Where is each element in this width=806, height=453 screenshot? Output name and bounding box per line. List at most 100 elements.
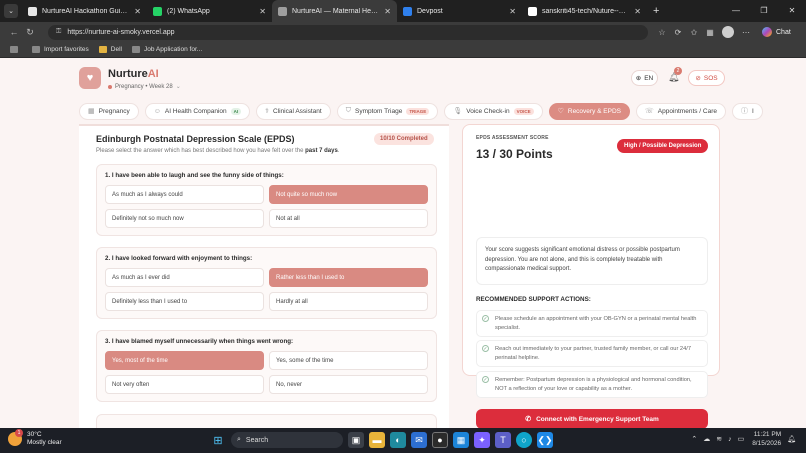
emergency-support-button[interactable]: ✆ Connect with Emergency Support Team	[476, 409, 708, 428]
tab-ai-health-companion[interactable]: ☺ AI Health Companion AI	[144, 102, 251, 120]
vscode-icon[interactable]: ❮❯	[537, 432, 553, 448]
dell-icon[interactable]: ●	[432, 432, 448, 448]
globe-icon: ⊕	[635, 75, 642, 82]
answer-option[interactable]: Not very often	[105, 375, 264, 394]
answer-option[interactable]: Definitely less than I used to	[105, 292, 264, 311]
check-circle-icon: ✓	[482, 345, 489, 352]
refresh-icon[interactable]: ↻	[22, 27, 38, 38]
file-explorer-icon[interactable]: ▬	[369, 432, 385, 448]
sos-button[interactable]: ⊘ SOS	[688, 70, 725, 86]
bookmark-job-application[interactable]: Job Application for...	[132, 46, 202, 53]
taskbar-search[interactable]: ⌕ Search	[231, 432, 343, 448]
mail-icon[interactable]: ✉	[411, 432, 427, 448]
wifi-icon[interactable]: ≋	[716, 435, 722, 443]
answer-option[interactable]: Yes, some of the time	[269, 351, 428, 370]
task-view-icon[interactable]: ▣	[348, 432, 364, 448]
question-card: 2. I have looked forward with enjoyment …	[96, 247, 437, 319]
answer-option[interactable]: Definitely not so much now	[105, 209, 264, 228]
copilot-chat-button[interactable]: Chat	[762, 27, 791, 37]
answer-option[interactable]: As much as I always could	[105, 185, 264, 204]
question-card: 1. I have been able to laugh and see the…	[96, 164, 437, 236]
cloud-icon[interactable]: ☁	[703, 435, 710, 443]
close-tab-icon[interactable]: ✕	[384, 7, 391, 16]
answer-option[interactable]: Not quite so much now	[269, 185, 428, 204]
copilot-taskbar-icon[interactable]: ✦	[474, 432, 490, 448]
close-tab-icon[interactable]: ✕	[509, 7, 516, 16]
tab-actions-icon[interactable]: ⌄	[4, 4, 18, 18]
heart-icon: ♡	[557, 108, 564, 115]
answer-option[interactable]: Yes, most of the time	[105, 351, 264, 370]
collections-icon[interactable]: ▦	[702, 28, 718, 37]
brand-name: NurtureAI	[108, 68, 159, 80]
windows-start-icon[interactable]: ⊞	[210, 432, 226, 448]
tab-recovery-epds[interactable]: ♡ Recovery & EPDS	[548, 102, 630, 120]
support-action: ✓ Please schedule an appointment with you…	[476, 310, 708, 337]
minimize-icon[interactable]: —	[722, 0, 750, 22]
volume-icon[interactable]: ♪	[728, 436, 732, 443]
edge-icon[interactable]: ◐	[390, 432, 406, 448]
chevron-up-icon[interactable]: ⌃	[691, 435, 697, 443]
clock[interactable]: 11:21 PM 8/15/2026	[752, 430, 781, 448]
tab-clinical-assistant[interactable]: ⚕ Clinical Assistant	[256, 102, 331, 120]
mic-icon: 🎙︎	[453, 108, 463, 115]
url-field[interactable]: ⚿ https://nurture-ai-smoky.vercel.app	[48, 24, 648, 40]
severity-badge: High / Possible Depression	[617, 139, 709, 153]
answer-option[interactable]: Hardly at all	[269, 292, 428, 311]
calendar-icon: ☏	[644, 108, 654, 115]
favorite-star-icon[interactable]: ☆	[654, 28, 670, 37]
weather-icon: 1	[8, 429, 23, 446]
favorites-icon[interactable]: ✩	[686, 28, 702, 37]
question-text: 2. I have looked forward with enjoyment …	[105, 255, 253, 262]
answer-option[interactable]: Rather less than I used to	[269, 268, 428, 287]
favicon-icon	[153, 6, 162, 16]
close-tab-icon[interactable]: ✕	[634, 7, 641, 16]
answer-option[interactable]: No, never	[269, 375, 428, 394]
pregnancy-week[interactable]: Pregnancy • Week 28 ⌄	[108, 83, 181, 90]
app-header: ♥ NurtureAI Pregnancy • Week 28 ⌄ ⊕ EN 🔔︎ 2…	[0, 58, 806, 98]
answer-option[interactable]: As much as I ever did	[105, 268, 264, 287]
stethoscope-icon: ⚕	[265, 108, 269, 115]
language-button[interactable]: ⊕ EN	[631, 70, 658, 86]
close-window-icon[interactable]: ✕	[778, 0, 806, 22]
close-tab-icon[interactable]: ✕	[259, 7, 266, 16]
bell-icon[interactable]: 🔔︎ 2	[668, 67, 682, 83]
teams-icon[interactable]: T	[495, 432, 511, 448]
new-tab-button[interactable]: +	[653, 5, 659, 17]
score-label: EPDS ASSESSMENT SCORE	[476, 135, 549, 141]
tab-appointments-care[interactable]: ☏ Appointments / Care	[635, 102, 727, 120]
heart-logo-icon: ♥	[79, 67, 101, 89]
browser-tab[interactable]: NurtureAI — Maternal Health, Feta✕	[272, 0, 397, 22]
browser-tab[interactable]: (2) WhatsApp ✕	[147, 0, 272, 22]
question-text: 3. I have blamed myself unnecessarily wh…	[105, 338, 294, 345]
reading-mode-icon[interactable]	[10, 46, 22, 53]
search-icon: ⌕	[237, 436, 241, 443]
notification-badge: 2	[674, 67, 682, 75]
more-icon[interactable]: ⋯	[738, 28, 754, 37]
browser-tab[interactable]: Devpost ✕	[397, 0, 522, 22]
url-text: https://nurture-ai-smoky.vercel.app	[67, 28, 175, 36]
weather-widget[interactable]: 1 30°C Mostly clear	[8, 429, 62, 447]
cortana-icon[interactable]: ○	[516, 432, 532, 448]
tab-symptom-triage[interactable]: ⛉ Symptom Triage TRIAGE	[336, 102, 439, 120]
bookmark-import-favorites[interactable]: Import favorites	[32, 46, 89, 53]
extensions-icon[interactable]: ⟳	[670, 28, 686, 37]
result-message: Your score suggests significant emotiona…	[476, 237, 708, 285]
maximize-icon[interactable]: ❐	[750, 0, 778, 22]
store-icon[interactable]: ▦	[453, 432, 469, 448]
tab-i[interactable]: ⓘ I	[732, 102, 763, 120]
lock-icon: ⚿	[56, 28, 62, 35]
bookmark-dell[interactable]: Dell	[98, 46, 122, 53]
tab-pregnancy[interactable]: ▦ Pregnancy	[79, 102, 139, 120]
back-icon[interactable]: ←	[6, 27, 22, 37]
browser-tab[interactable]: NurtureAI Hackathon Guidance ✕	[22, 0, 147, 22]
epds-title: Edinburgh Postnatal Depression Scale (EP…	[96, 134, 295, 144]
question-card: 3. I have blamed myself unnecessarily wh…	[96, 330, 437, 402]
close-tab-icon[interactable]: ✕	[134, 7, 141, 16]
answer-option[interactable]: Not at all	[269, 209, 428, 228]
tab-voice-check-in[interactable]: 🎙︎ Voice Check-in VOICE	[444, 102, 543, 120]
browser-tab[interactable]: sanskriti45-tech/Nuture--AI: Nurtu✕	[522, 0, 647, 22]
favicon-icon	[28, 6, 37, 16]
profile-avatar[interactable]	[722, 26, 734, 38]
notifications-icon[interactable]: 🔔︎	[787, 435, 796, 443]
battery-icon[interactable]: ▭	[738, 435, 745, 443]
